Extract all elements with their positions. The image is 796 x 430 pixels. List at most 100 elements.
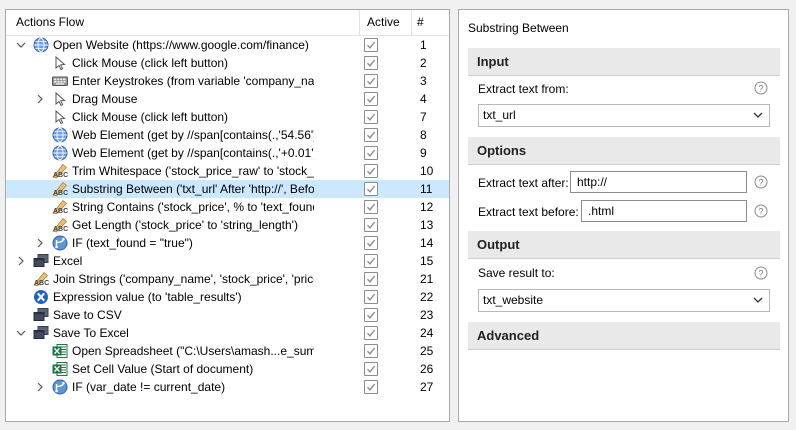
section-header-advanced[interactable]: Advanced xyxy=(468,322,780,350)
active-checkbox[interactable] xyxy=(364,308,378,322)
tree-row[interactable]: Web Element (get by //span[contains(.,'+… xyxy=(6,144,449,162)
active-checkbox[interactable] xyxy=(364,362,378,376)
globe-icon xyxy=(52,145,68,161)
svg-text:ABC: ABC xyxy=(34,280,49,287)
tree-row[interactable]: Click Mouse (click left button) 2 xyxy=(6,54,449,72)
tree-row[interactable]: Open Website (https://www.google.com/fin… xyxy=(6,36,449,54)
tree-row[interactable]: Expression value (to 'table_results') 22 xyxy=(6,288,449,306)
action-number: 24 xyxy=(420,326,434,340)
svg-text:?: ? xyxy=(758,207,763,217)
action-label: Trim Whitespace ('stock_price_raw' to 's… xyxy=(72,164,314,178)
tree-header: Actions Flow Active # xyxy=(6,10,449,36)
tree-row[interactable]: ABC Trim Whitespace ('stock_price_raw' to… xyxy=(6,162,449,180)
chevron-right-icon[interactable] xyxy=(35,237,45,249)
active-checkbox[interactable] xyxy=(364,38,378,52)
active-checkbox[interactable] xyxy=(364,164,378,178)
tree-row[interactable]: Excel 15 xyxy=(6,252,449,270)
svg-text:ABC: ABC xyxy=(53,226,68,233)
active-checkbox[interactable] xyxy=(364,290,378,304)
svg-text:ABC: ABC xyxy=(53,172,68,179)
windows-icon xyxy=(33,253,49,269)
action-number: 10 xyxy=(420,164,434,178)
extract-before-label: Extract text before: xyxy=(478,205,579,219)
tree-row[interactable]: Drag Mouse 4 xyxy=(6,90,449,108)
panel-title: Substring Between xyxy=(468,21,569,35)
save-result-value: txt_website xyxy=(483,293,544,307)
chevron-down-icon[interactable] xyxy=(16,39,26,51)
tree-row[interactable]: ABC Substring Between ('txt_url' After 'h… xyxy=(6,180,449,198)
section-header-options[interactable]: Options xyxy=(468,137,780,165)
section-header-output[interactable]: Output xyxy=(468,231,780,259)
action-number: 12 xyxy=(420,200,434,214)
action-label: Expression value (to 'table_results') xyxy=(53,290,242,304)
mouse-icon xyxy=(52,91,68,107)
active-checkbox[interactable] xyxy=(364,110,378,124)
tree-row[interactable]: Enter Keystrokes (from variable 'company… xyxy=(6,72,449,90)
action-number: 13 xyxy=(420,218,434,232)
active-checkbox[interactable] xyxy=(364,272,378,286)
active-checkbox[interactable] xyxy=(364,344,378,358)
extract-before-input[interactable]: .html xyxy=(581,200,747,222)
tree-row[interactable]: Web Element (get by //span[contains(.,'5… xyxy=(6,126,449,144)
action-label: IF (var_date != current_date) xyxy=(72,380,226,394)
svg-text:ABC: ABC xyxy=(53,208,68,215)
extract-after-label: Extract text after: xyxy=(478,176,569,190)
tree-row[interactable]: ABC Join Strings ('company_name', 'stock_… xyxy=(6,270,449,288)
active-checkbox[interactable] xyxy=(364,380,378,394)
extract-from-select[interactable]: txt_url xyxy=(478,104,770,127)
help-icon[interactable]: ? xyxy=(754,175,768,189)
mouse-icon xyxy=(52,109,68,125)
action-number: 15 xyxy=(420,254,434,268)
properties-panel: Substring Between Input Extract text fro… xyxy=(458,9,789,422)
text-icon: ABC xyxy=(33,271,49,287)
chevron-down-icon[interactable] xyxy=(16,327,26,339)
tree-row[interactable]: ABC String Contains ('stock_price', % to … xyxy=(6,198,449,216)
branch-icon xyxy=(52,235,68,251)
chevron-right-icon[interactable] xyxy=(35,381,45,393)
column-header-number[interactable]: # xyxy=(411,10,449,35)
svg-text:?: ? xyxy=(758,84,763,94)
active-checkbox[interactable] xyxy=(364,56,378,70)
action-number: 4 xyxy=(420,92,427,106)
active-checkbox[interactable] xyxy=(364,218,378,232)
action-number: 3 xyxy=(420,74,427,88)
save-result-select[interactable]: txt_website xyxy=(478,289,770,312)
active-checkbox[interactable] xyxy=(364,146,378,160)
action-number: 7 xyxy=(420,110,427,124)
tree-row[interactable]: Open Spreadsheet ("C:\Users\amash...e_su… xyxy=(6,342,449,360)
active-checkbox[interactable] xyxy=(364,254,378,268)
active-checkbox[interactable] xyxy=(364,236,378,250)
windows-icon xyxy=(33,325,49,341)
action-label: Open Spreadsheet ("C:\Users\amash...e_su… xyxy=(72,344,314,358)
chevron-right-icon[interactable] xyxy=(35,93,45,105)
help-icon[interactable]: ? xyxy=(754,81,768,95)
help-icon[interactable]: ? xyxy=(754,204,768,218)
action-number: 1 xyxy=(420,38,427,52)
active-checkbox[interactable] xyxy=(364,200,378,214)
chevron-right-icon[interactable] xyxy=(16,255,26,267)
tree-row[interactable]: Click Mouse (click left button) 7 xyxy=(6,108,449,126)
actions-flow-panel: Actions Flow Active # Open Website (http… xyxy=(5,9,450,422)
tree-row[interactable]: Save To Excel 24 xyxy=(6,324,449,342)
active-checkbox[interactable] xyxy=(364,92,378,106)
help-icon[interactable]: ? xyxy=(754,266,768,280)
tree-row[interactable]: Save to CSV 23 xyxy=(6,306,449,324)
active-checkbox[interactable] xyxy=(364,182,378,196)
active-checkbox[interactable] xyxy=(364,128,378,142)
action-number: 23 xyxy=(420,308,434,322)
active-checkbox[interactable] xyxy=(364,326,378,340)
column-header-active[interactable]: Active xyxy=(359,10,411,35)
text-icon: ABC xyxy=(52,181,68,197)
column-header-actions[interactable]: Actions Flow xyxy=(16,10,361,35)
svg-text:?: ? xyxy=(758,178,763,188)
section-header-input[interactable]: Input xyxy=(468,48,780,76)
tree-row[interactable]: Set Cell Value (Start of document) 26 xyxy=(6,360,449,378)
action-label: Substring Between ('txt_url' After 'http… xyxy=(72,182,314,196)
tree-row[interactable]: IF (var_date != current_date) 27 xyxy=(6,378,449,396)
active-checkbox[interactable] xyxy=(364,74,378,88)
action-label: Web Element (get by //span[contains(.,'5… xyxy=(72,128,314,142)
extract-after-input[interactable]: http:// xyxy=(570,171,747,193)
action-number: 2 xyxy=(420,56,427,70)
tree-row[interactable]: ABC Get Length ('stock_price' to 'string_… xyxy=(6,216,449,234)
tree-row[interactable]: IF (text_found = "true") 14 xyxy=(6,234,449,252)
